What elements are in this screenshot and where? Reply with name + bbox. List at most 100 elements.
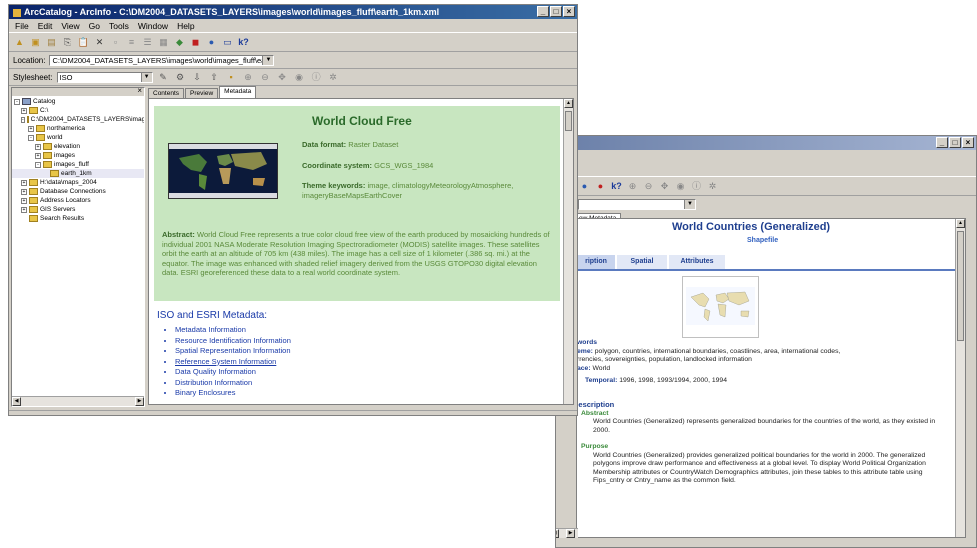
large-icons-icon[interactable]: ▫ [109, 36, 122, 48]
tree-item[interactable]: earth_1km [12, 169, 144, 178]
tree-item[interactable]: - C:\DM2004_DATASETS_LAYERS\images [12, 115, 144, 124]
menu-edit[interactable]: Edit [38, 21, 53, 31]
zoom-out-icon[interactable]: ⊖ [642, 180, 655, 192]
collapse-icon[interactable]: - [35, 161, 41, 168]
tab-spatial[interactable]: Spatial [617, 255, 667, 269]
paste-icon[interactable]: 📋 [77, 36, 90, 48]
menu-window[interactable]: Window [138, 21, 168, 31]
menu-file[interactable]: File [15, 21, 29, 31]
chevron-down-icon[interactable]: ▼ [262, 55, 274, 65]
tree-item[interactable]: + northamerica [12, 124, 144, 133]
chevron-down-icon[interactable]: ▼ [684, 199, 695, 209]
menu-go[interactable]: Go [89, 21, 100, 31]
create-thumbnail-icon[interactable]: ✲ [327, 71, 340, 83]
expand-icon[interactable]: + [21, 197, 27, 204]
metadata-vertical-scrollbar[interactable]: ▲ [563, 99, 573, 404]
connect-folder-icon[interactable]: ▣ [29, 36, 42, 48]
identify-icon[interactable]: ⓘ [690, 180, 703, 192]
back-vertical-scrollbar[interactable]: ▲ [955, 219, 965, 537]
pan-icon[interactable]: ✥ [276, 71, 289, 83]
tree-item[interactable]: + Database Connections [12, 187, 144, 196]
location-combo[interactable]: C:\DM2004_DATASETS_LAYERS\images\world\i… [49, 54, 275, 66]
back-window-titlebar[interactable]: _ □ × [556, 136, 976, 150]
launch-arcmap-icon[interactable]: ◆ [173, 36, 186, 48]
zoom-out-icon[interactable]: ⊖ [259, 71, 272, 83]
scroll-thumb[interactable] [957, 231, 964, 341]
disconnect-folder-icon[interactable]: ▤ [45, 36, 58, 48]
help-icon[interactable]: k? [237, 36, 250, 48]
scroll-left-icon[interactable]: ◀ [12, 397, 21, 406]
tree-item[interactable]: + elevation [12, 142, 144, 151]
tree-item[interactable]: + H:\data\maps_2004 [12, 178, 144, 187]
close-icon[interactable]: × [563, 6, 575, 17]
collapse-icon[interactable]: - [14, 98, 20, 105]
menu-help[interactable]: Help [177, 21, 194, 31]
update-icon[interactable]: ▪ [225, 71, 238, 83]
stylesheet-combo[interactable]: ISO ▼ [56, 71, 153, 83]
expand-icon[interactable]: + [35, 143, 41, 150]
import-icon[interactable]: ⇩ [191, 71, 204, 83]
close-icon[interactable]: × [137, 88, 142, 95]
metadata-link[interactable]: Reference System Information [175, 357, 291, 368]
tab-attributes[interactable]: Attributes [669, 255, 725, 269]
scroll-thumb[interactable] [565, 111, 572, 131]
identify-icon[interactable]: ⓘ [310, 71, 323, 83]
collapse-icon[interactable]: - [28, 134, 34, 141]
tree-item[interactable]: + Address Locators [12, 196, 144, 205]
tree-item[interactable]: - world [12, 133, 144, 142]
back-scroll-left-icon[interactable]: ◀ [556, 529, 559, 538]
copy-icon[interactable]: ⎘ [61, 36, 74, 48]
expand-icon[interactable]: + [21, 179, 27, 186]
close-icon[interactable]: × [962, 137, 974, 148]
expand-icon[interactable]: + [21, 107, 27, 114]
menu-view[interactable]: View [61, 21, 79, 31]
tree-item[interactable]: + images [12, 151, 144, 160]
metadata-link[interactable]: Binary Enclosures [175, 388, 291, 399]
tree-item[interactable]: + C:\ [12, 106, 144, 115]
globe-icon[interactable]: ● [578, 180, 591, 192]
restore-icon[interactable]: □ [550, 6, 562, 17]
delete-icon[interactable]: ✕ [93, 36, 106, 48]
front-window-titlebar[interactable]: ArcCatalog - ArcInfo - C:\DM2004_DATASET… [9, 5, 577, 19]
tree-item[interactable]: + GIS Servers [12, 205, 144, 214]
full-extent-icon[interactable]: ◉ [674, 180, 687, 192]
back-scroll-right-icon[interactable]: ▶ [566, 529, 575, 538]
thumbnails-icon[interactable]: ▦ [157, 36, 170, 48]
export-icon[interactable]: ⇧ [208, 71, 221, 83]
metadata-link[interactable]: Data Quality Information [175, 367, 291, 378]
globe-icon[interactable]: ● [205, 36, 218, 48]
edit-metadata-icon[interactable]: ✎ [157, 71, 170, 83]
help-icon[interactable]: k? [610, 180, 623, 192]
tab-preview[interactable]: Preview [185, 88, 219, 98]
back-location-combo[interactable]: ▼ [578, 198, 696, 210]
full-extent-icon[interactable]: ◉ [293, 71, 306, 83]
zoom-in-icon[interactable]: ⊕ [626, 180, 639, 192]
maximize-icon[interactable]: □ [949, 137, 961, 148]
chevron-down-icon[interactable]: ▼ [140, 72, 152, 82]
metadata-link[interactable]: Spatial Representation Information [175, 346, 291, 357]
expand-icon[interactable]: + [35, 152, 41, 159]
disconnect-icon[interactable]: ● [594, 180, 607, 192]
metadata-link[interactable]: Resource Identification Information [175, 336, 291, 347]
expand-icon[interactable]: + [21, 188, 27, 195]
details-icon[interactable]: ☰ [141, 36, 154, 48]
list-icon[interactable]: ≡ [125, 36, 138, 48]
tree-horizontal-scrollbar[interactable]: ◀ ▶ [12, 396, 144, 406]
zoom-in-icon[interactable]: ⊕ [242, 71, 255, 83]
scroll-up-icon[interactable]: ▲ [956, 219, 965, 228]
expand-icon[interactable]: + [21, 206, 27, 213]
tab-description[interactable]: ription [577, 255, 615, 269]
scroll-up-icon[interactable]: ▲ [564, 99, 573, 108]
arctoolbox-icon[interactable]: ◼ [189, 36, 202, 48]
minimize-icon[interactable]: _ [537, 6, 549, 17]
expand-icon[interactable]: + [28, 125, 34, 132]
create-thumbnail-icon[interactable]: ✲ [706, 180, 719, 192]
collapse-icon[interactable]: - [21, 116, 25, 123]
command-line-icon[interactable]: ▭ [221, 36, 234, 48]
tab-contents[interactable]: Contents [148, 88, 185, 98]
metadata-link[interactable]: Distribution Information [175, 378, 291, 389]
scroll-right-icon[interactable]: ▶ [135, 397, 144, 406]
metadata-link[interactable]: Metadata Information [175, 325, 291, 336]
tree-item[interactable]: - Catalog [12, 97, 144, 106]
up-one-level-icon[interactable]: ▲ [13, 36, 26, 48]
